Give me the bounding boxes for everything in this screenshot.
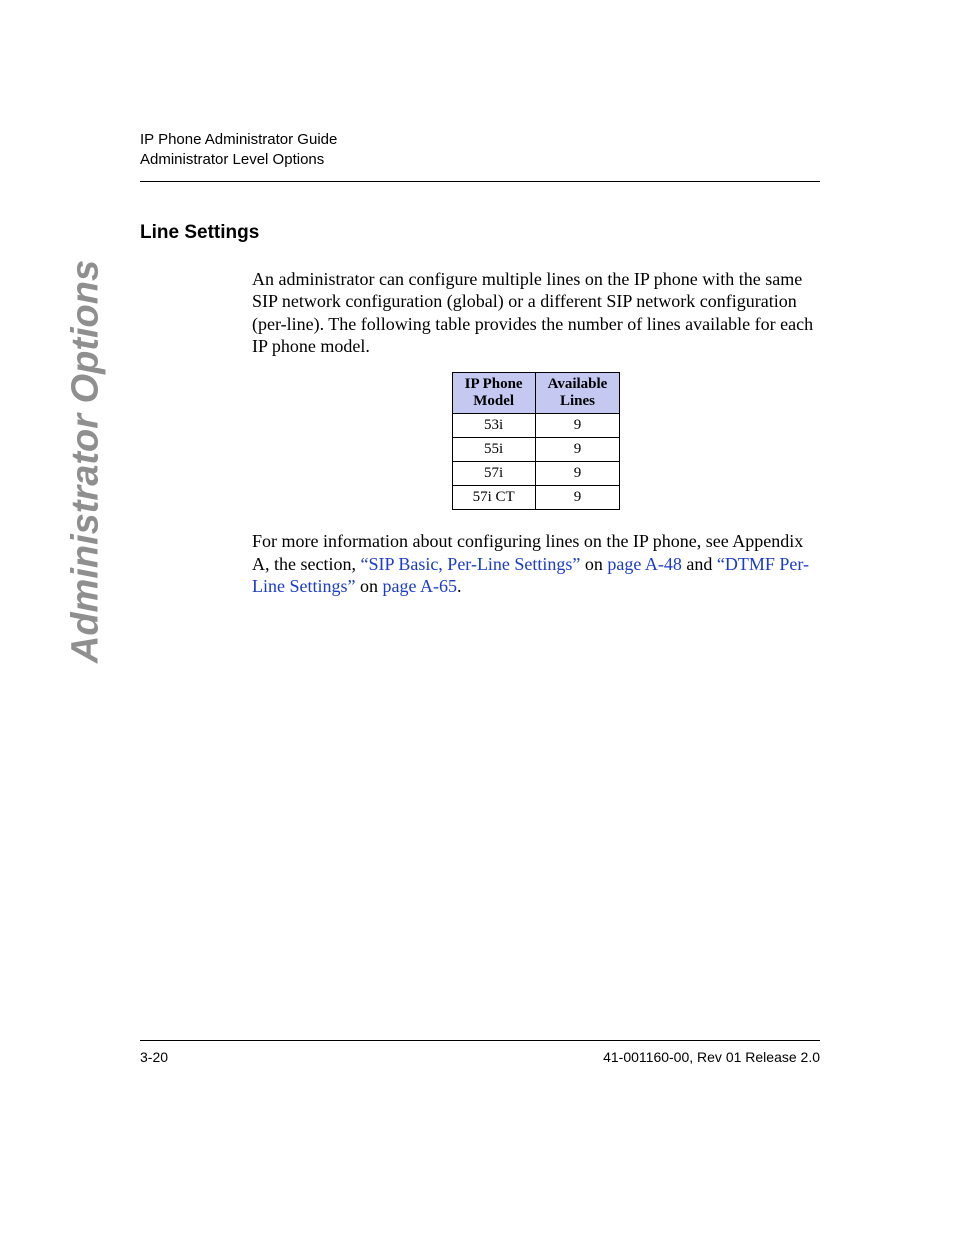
page-content: IP Phone Administrator Guide Administrat…	[140, 130, 820, 602]
p2-and: and	[682, 554, 717, 574]
cell-lines: 9	[535, 438, 620, 462]
th-model-l1: IP Phone	[465, 376, 523, 392]
th-model-l2: Model	[473, 393, 514, 409]
th-lines-l1: Available	[548, 376, 608, 392]
cell-model: 57i CT	[452, 486, 535, 510]
cell-lines: 9	[535, 462, 620, 486]
th-model: IP Phone Model	[452, 372, 535, 414]
table-header-row: IP Phone Model Available Lines	[452, 372, 620, 414]
cell-model: 53i	[452, 414, 535, 438]
p2-on2: on	[355, 576, 382, 596]
link-sip-basic[interactable]: “SIP Basic, Per-Line Settings”	[360, 554, 580, 574]
th-lines: Available Lines	[535, 372, 620, 414]
paragraph-2: For more information about configuring l…	[252, 530, 820, 598]
section-heading: Line Settings	[140, 222, 820, 244]
cell-lines: 9	[535, 414, 620, 438]
cell-lines: 9	[535, 486, 620, 510]
lines-table: IP Phone Model Available Lines 53i 9 55i	[452, 372, 621, 511]
lines-table-wrap: IP Phone Model Available Lines 53i 9 55i	[252, 372, 820, 511]
running-header: IP Phone Administrator Guide Administrat…	[140, 130, 820, 182]
p2-end: .	[457, 576, 462, 596]
cell-model: 55i	[452, 438, 535, 462]
table-row: 53i 9	[452, 414, 620, 438]
footer-doc-id: 41-001160-00, Rev 01 Release 2.0	[603, 1049, 820, 1065]
table-row: 57i 9	[452, 462, 620, 486]
th-lines-l2: Lines	[560, 393, 595, 409]
link-page-a65[interactable]: page A-65	[382, 576, 456, 596]
header-line-1: IP Phone Administrator Guide	[140, 130, 820, 150]
footer-page-number: 3-20	[140, 1049, 168, 1065]
table-row: 57i CT 9	[452, 486, 620, 510]
header-line-2: Administrator Level Options	[140, 150, 820, 170]
cell-model: 57i	[452, 462, 535, 486]
table-row: 55i 9	[452, 438, 620, 462]
side-tab-label: Administrator Options	[65, 252, 108, 672]
paragraph-1: An administrator can configure multiple …	[252, 268, 820, 358]
p2-on: on	[580, 554, 607, 574]
page-footer: 3-20 41-001160-00, Rev 01 Release 2.0	[140, 1040, 820, 1065]
link-page-a48[interactable]: page A-48	[607, 554, 681, 574]
